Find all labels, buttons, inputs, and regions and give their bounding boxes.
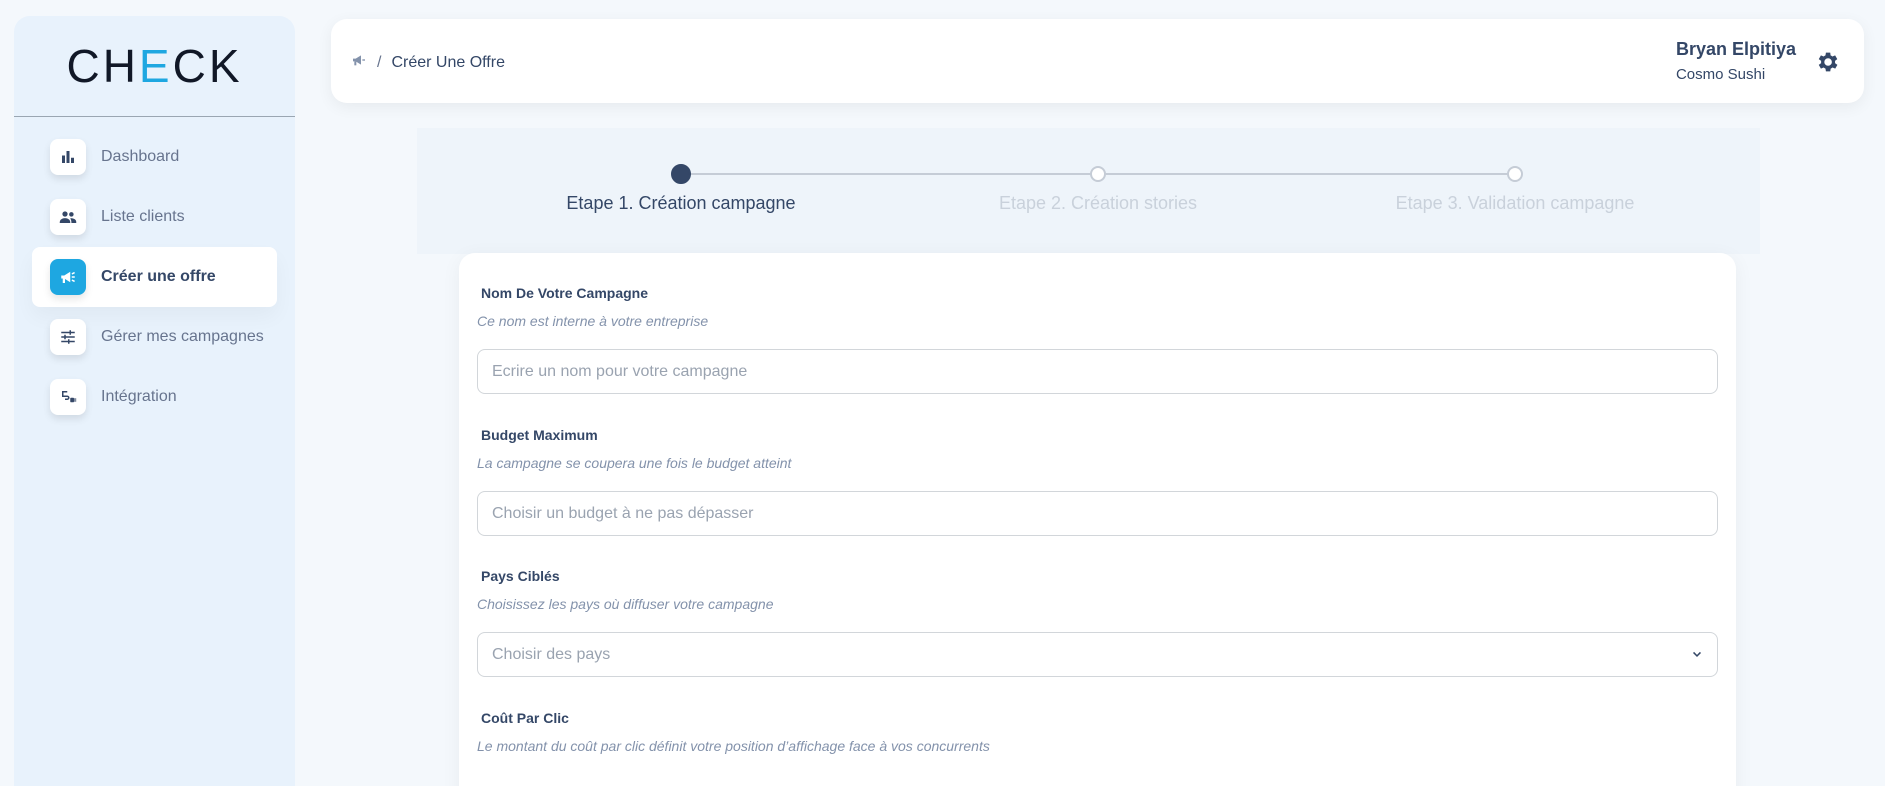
gear-icon[interactable] bbox=[1814, 49, 1840, 75]
plug-icon bbox=[50, 379, 86, 415]
step-1-dot[interactable] bbox=[671, 164, 691, 184]
chevron-down-icon bbox=[1689, 647, 1705, 668]
breadcrumb: / Créer Une Offre bbox=[351, 52, 505, 73]
top-navbar: / Créer Une Offre Bryan Elpitiya Cosmo S… bbox=[331, 19, 1864, 103]
step-2-label: Etape 2. Création stories bbox=[998, 193, 1198, 213]
countries-select[interactable]: Choisir des pays bbox=[477, 632, 1718, 677]
stepper: Etape 1. Création campagne Etape 2. Créa… bbox=[417, 128, 1760, 254]
sidebar-item-label: Dashboard bbox=[101, 148, 180, 165]
sidebar-item-dashboard[interactable]: Dashboard bbox=[32, 127, 277, 187]
sidebar-item-clients[interactable]: Liste clients bbox=[32, 187, 277, 247]
budget-field: Budget Maximum La campagne se coupera un… bbox=[477, 427, 1718, 536]
sidebar-item-integration[interactable]: Intégration bbox=[32, 367, 277, 427]
step-3-dot[interactable] bbox=[1507, 166, 1523, 182]
user-info: Bryan Elpitiya Cosmo Sushi bbox=[1676, 39, 1796, 83]
cpc-label: Coût Par Clic bbox=[481, 710, 569, 726]
sidebar-item-label: Créer une offre bbox=[101, 268, 216, 285]
step-3-label: Etape 3. Validation campagne bbox=[1395, 193, 1635, 213]
sidebar: CHECK Dashboard Liste clients Créer une … bbox=[14, 16, 295, 786]
countries-label: Pays Ciblés bbox=[481, 568, 560, 584]
megaphone-icon bbox=[50, 259, 86, 295]
sidebar-item-label: Intégration bbox=[101, 388, 177, 405]
campaign-name-help: Ce nom est interne à votre entreprise bbox=[477, 313, 709, 329]
countries-select-placeholder: Choisir des pays bbox=[492, 646, 611, 663]
budget-help: La campagne se coupera une fois le budge… bbox=[477, 455, 792, 471]
sidebar-item-create-offer[interactable]: Créer une offre bbox=[32, 247, 277, 307]
campaign-name-label: Nom De Votre Campagne bbox=[481, 285, 648, 301]
sidebar-item-campaigns[interactable]: Gérer mes campagnes bbox=[32, 307, 277, 367]
user-company: Cosmo Sushi bbox=[1675, 66, 1766, 83]
logo-container: CHECK bbox=[14, 16, 295, 116]
megaphone-icon[interactable] bbox=[351, 52, 367, 73]
bar-chart-icon bbox=[50, 139, 86, 175]
campaign-form-card: Nom De Votre Campagne Ce nom est interne… bbox=[459, 253, 1736, 786]
countries-help: Choisissez les pays où diffuser votre ca… bbox=[477, 596, 774, 612]
sidebar-nav: Dashboard Liste clients Créer une offre … bbox=[14, 117, 295, 427]
breadcrumb-separator: / bbox=[377, 53, 382, 71]
check-logo[interactable]: CHECK bbox=[66, 39, 242, 93]
step-2-dot[interactable] bbox=[1090, 166, 1106, 182]
breadcrumb-current: Créer Une Offre bbox=[391, 53, 505, 71]
countries-field: Pays Ciblés Choisissez les pays où diffu… bbox=[477, 568, 1718, 677]
sidebar-item-label: Liste clients bbox=[101, 208, 185, 225]
cpc-help: Le montant du coût par clic définit votr… bbox=[477, 738, 990, 754]
users-icon bbox=[50, 199, 86, 235]
step-1-label: Etape 1. Création campagne bbox=[566, 193, 796, 213]
user-name: Bryan Elpitiya bbox=[1675, 39, 1796, 59]
budget-label: Budget Maximum bbox=[481, 427, 598, 443]
sliders-icon bbox=[50, 319, 86, 355]
campaign-name-field: Nom De Votre Campagne Ce nom est interne… bbox=[477, 285, 1718, 394]
cpc-field: Coût Par Clic Le montant du coût par cli… bbox=[477, 710, 1718, 754]
sidebar-item-label: Gérer mes campagnes bbox=[101, 328, 264, 345]
campaign-name-input[interactable] bbox=[477, 349, 1718, 394]
budget-input[interactable] bbox=[477, 491, 1718, 536]
